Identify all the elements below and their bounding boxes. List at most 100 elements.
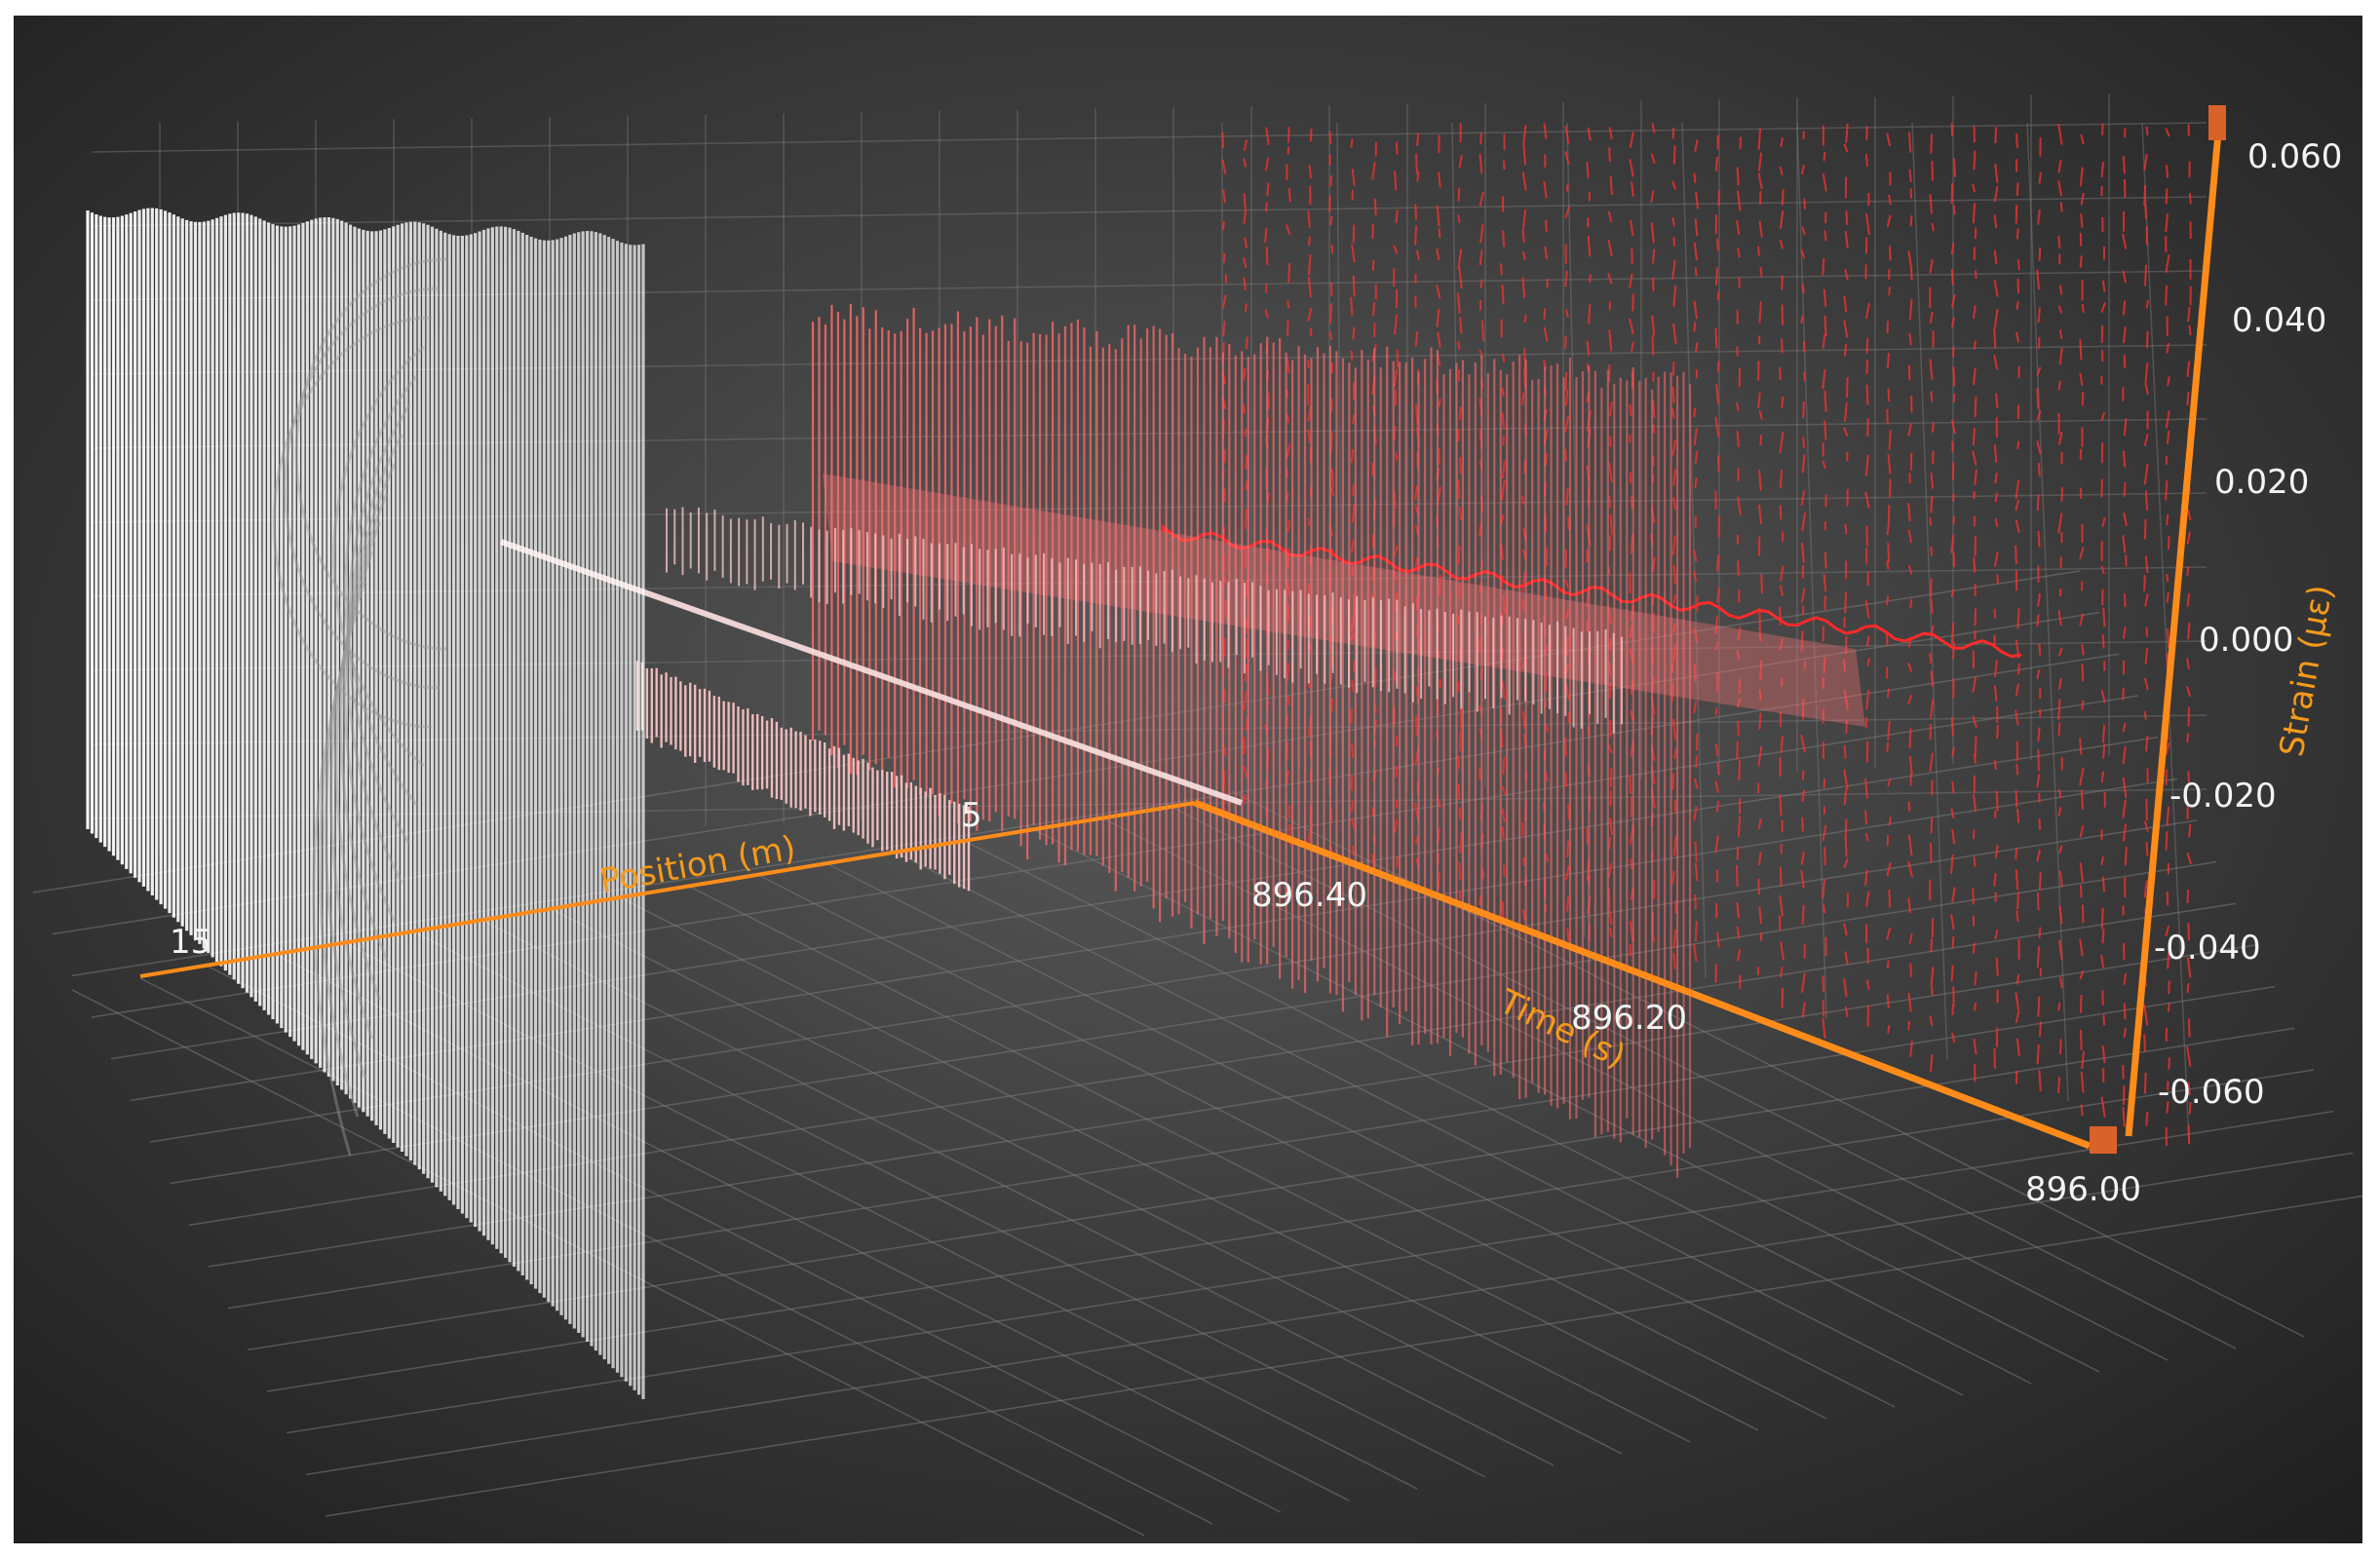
back-series-tick [2015, 869, 2019, 891]
back-series-tick [1521, 392, 1525, 405]
back-series-tick [1887, 543, 1891, 563]
back-series-tick [2057, 1077, 2060, 1094]
back-series-tick [2057, 1003, 2061, 1011]
back-series-tick [1457, 479, 1461, 499]
back-series-tick [1307, 210, 1311, 228]
chart-3d-plot[interactable]: 0.060 0.040 0.020 0.000 -0.020 -0.040 -0… [14, 16, 2362, 1543]
back-series-tick [1394, 171, 1398, 191]
back-series-tick [1352, 326, 1356, 340]
back-series-tick [1586, 827, 1589, 845]
back-series-tick [2038, 1021, 2042, 1038]
back-series-tick [2101, 123, 2104, 136]
back-series-tick [1501, 285, 1505, 305]
back-series-tick [1416, 133, 1420, 146]
back-series-tick [1651, 248, 1656, 264]
back-series-tick [1972, 203, 1977, 224]
back-series-tick [2101, 633, 2105, 649]
back-series-tick [1352, 484, 1355, 497]
back-series-tick [1930, 133, 1933, 154]
back-series-tick [1330, 486, 1334, 496]
back-series-tick [1929, 516, 1932, 526]
back-series-tick [1974, 736, 1977, 757]
back-series-tick [1757, 878, 1761, 895]
axis-corner-handle-top[interactable] [2208, 105, 2226, 140]
back-series-tick [1972, 888, 1975, 905]
back-series-tick [1888, 246, 1892, 261]
back-series-tick [2186, 566, 2190, 577]
back-series-tick [1908, 728, 1912, 749]
back-series-tick [1457, 755, 1461, 770]
back-series-tick [1543, 308, 1547, 320]
back-series-tick [1287, 188, 1291, 203]
back-series-tick [1779, 367, 1782, 380]
back-series-tick [1352, 275, 1356, 297]
back-series-tick [1564, 270, 1568, 287]
back-series-tick [1546, 724, 1549, 733]
back-series-tick [1243, 794, 1247, 804]
back-series-tick [2016, 440, 2020, 450]
axis-corner-handle-bottom[interactable] [2090, 1126, 2117, 1154]
back-series-tick [1501, 826, 1505, 839]
back-series-tick [1694, 893, 1698, 910]
back-series-tick [1414, 295, 1417, 308]
back-series-tick [1352, 414, 1356, 425]
back-series-tick [1715, 238, 1719, 251]
back-series-tick [1694, 921, 1698, 942]
back-series-tick [1758, 712, 1762, 730]
back-series-tick [2060, 487, 2063, 502]
back-series-tick [2081, 392, 2085, 406]
back-series-tick [1286, 696, 1291, 705]
back-series-tick [1523, 314, 1527, 323]
back-series-tick [1907, 801, 1911, 812]
back-series-tick [1930, 597, 1934, 614]
back-series-tick [1823, 806, 1826, 815]
back-series-tick [1779, 867, 1783, 887]
back-series-tick [1823, 151, 1826, 162]
back-series-tick [2123, 593, 2127, 607]
back-series-tick [1693, 172, 1697, 183]
back-series-tick [1521, 821, 1524, 837]
back-series-tick [1950, 269, 1954, 285]
back-series-tick [2038, 818, 2042, 830]
back-series-tick [1609, 175, 1613, 196]
back-series-tick [1414, 225, 1418, 246]
back-series-tick [1694, 841, 1698, 862]
back-series-tick [1972, 427, 1977, 446]
back-series-tick [2167, 628, 2170, 649]
back-series-tick [1973, 753, 1977, 764]
back-series-tick [2186, 733, 2190, 742]
back-series-tick [1953, 158, 1956, 177]
back-series-tick [1716, 553, 1720, 572]
back-series-tick [1908, 169, 1912, 183]
back-series-tick [1950, 182, 1954, 205]
back-series-tick [1564, 449, 1568, 462]
back-series-tick [2123, 1003, 2127, 1020]
back-series-tick [2058, 329, 2063, 340]
back-series-tick [2037, 530, 2041, 548]
back-series-tick [1781, 275, 1784, 290]
back-series-tick [1929, 843, 1933, 863]
back-series-tick [1609, 768, 1613, 788]
back-series-tick [1264, 284, 1268, 293]
back-series-tick [1886, 994, 1890, 1008]
back-series-tick [1865, 525, 1868, 547]
back-series-tick [1693, 322, 1697, 332]
back-series-tick [1350, 350, 1354, 361]
back-series-tick [2122, 450, 2127, 468]
back-series-tick [2036, 614, 2040, 627]
back-series-tick [1737, 589, 1741, 603]
back-series-tick [2036, 1044, 2040, 1065]
back-series-tick [2165, 480, 2169, 501]
back-series-tick [1502, 436, 1506, 445]
back-series-tick [1973, 150, 1977, 171]
back-series-tick [1844, 818, 1848, 840]
back-series-tick [1652, 556, 1656, 573]
back-series-tick [1758, 191, 1762, 206]
back-series-tick [1973, 856, 1977, 867]
back-series-tick [1243, 193, 1247, 213]
back-series-tick [1886, 960, 1890, 969]
back-series-tick [1930, 985, 1934, 996]
back-series-tick [1396, 856, 1399, 868]
back-series-tick [2122, 300, 2127, 316]
back-series-tick [2144, 490, 2149, 511]
